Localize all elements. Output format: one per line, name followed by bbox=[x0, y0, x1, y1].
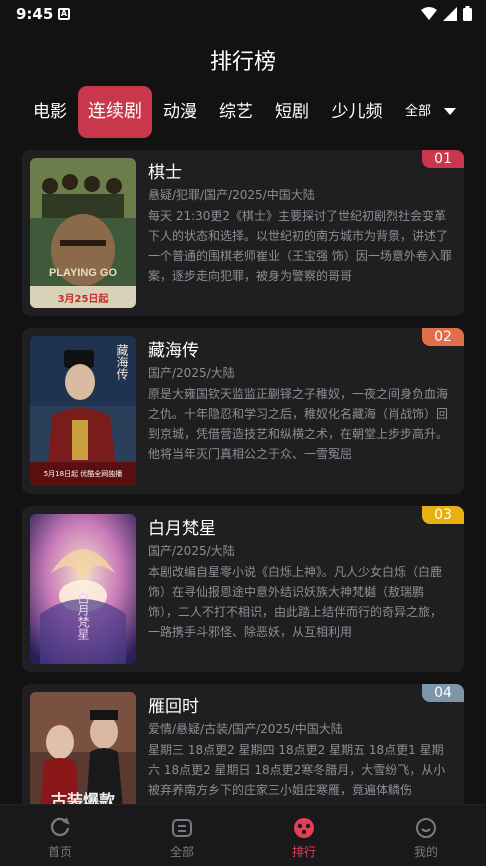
chevron-down-icon[interactable] bbox=[444, 108, 456, 115]
nav-label: 全部 bbox=[169, 845, 194, 859]
ranking-card[interactable]: PLAYING GO 3月25日起 棋士 悬疑/犯罪/国产/2025/中国大陆 … bbox=[22, 150, 464, 316]
status-time: 9:45 bbox=[16, 5, 54, 23]
nav-label: 首页 bbox=[47, 845, 72, 859]
ranking-card[interactable]: 白月梵星 白月梵星 国产/2025/大陆 本剧改编自星零小说《白烁上神》。凡人少… bbox=[22, 506, 464, 672]
battery-icon bbox=[463, 6, 472, 21]
item-title: 棋士 bbox=[148, 163, 182, 183]
tab-short-drama[interactable]: 短剧 bbox=[268, 86, 316, 138]
bottom-nav: 首页 全部 排行 我的 bbox=[0, 804, 486, 866]
item-description: 本剧改编自星零小说《白烁上神》。凡人少女白烁（白鹿饰）在寻仙报恩途中意外结识妖族… bbox=[148, 565, 443, 639]
tab-all-dropdown[interactable]: 全部 bbox=[398, 86, 438, 138]
page-title: 排行榜 bbox=[209, 50, 276, 75]
all-icon bbox=[172, 819, 192, 837]
nav-label: 我的 bbox=[413, 845, 438, 859]
category-tabs: 电影 连续剧 动漫 综艺 短剧 少儿频 全部 bbox=[0, 86, 486, 138]
tab-kids[interactable]: 少儿频 bbox=[326, 86, 388, 138]
profile-icon bbox=[416, 818, 436, 838]
tab-series[interactable]: 连续剧 bbox=[78, 86, 152, 138]
rank-icon bbox=[294, 818, 314, 838]
item-meta: 爱情/悬疑/古装/国产/2025/中国大陆 bbox=[148, 722, 343, 736]
poster-title-text: PLAYING GO bbox=[49, 267, 117, 279]
rank-badge: 02 bbox=[422, 328, 464, 346]
signal-icon bbox=[443, 6, 457, 21]
item-meta: 国产/2025/大陆 bbox=[148, 366, 235, 380]
tab-variety[interactable]: 综艺 bbox=[212, 86, 260, 138]
notification-app-icon: A bbox=[58, 8, 70, 20]
poster-image: 白月梵星 bbox=[30, 514, 136, 664]
poster-title-text: 白月梵星 bbox=[76, 591, 90, 640]
item-description: 每天 21:30更2《棋士》主要探讨了世纪初剧烈社会变革下人的状态和选择。以世纪… bbox=[148, 209, 452, 283]
tab-anime[interactable]: 动漫 bbox=[156, 86, 204, 138]
nav-label: 排行 bbox=[291, 845, 316, 859]
poster-date-text: 5月18日起 优酷全网独播 bbox=[44, 469, 123, 478]
item-meta: 悬疑/犯罪/国产/2025/中国大陆 bbox=[148, 188, 315, 202]
item-meta: 国产/2025/大陆 bbox=[148, 544, 235, 558]
status-bar: 9:45 A bbox=[0, 0, 486, 28]
nav-all[interactable]: 全部 bbox=[132, 805, 232, 866]
ranking-card[interactable]: 藏海传 5月18日起 优酷全网独播 藏海传 国产/2025/大陆 原是大雍国钦天… bbox=[22, 328, 464, 494]
rank-badge: 03 bbox=[422, 506, 464, 524]
item-description: 原是大雍国钦天监监正蒯铎之子稚奴，一夜之间身负血海之仇。十年隐忍和学习之后，稚奴… bbox=[148, 387, 449, 461]
tab-movie[interactable]: 电影 bbox=[26, 86, 74, 138]
rank-badge: 04 bbox=[422, 684, 464, 702]
nav-profile[interactable]: 我的 bbox=[376, 805, 476, 866]
item-title: 雁回时 bbox=[148, 697, 199, 717]
item-title: 白月梵星 bbox=[148, 519, 216, 539]
rank-badge: 01 bbox=[422, 150, 464, 168]
system-icons bbox=[421, 6, 472, 21]
poster-title-text: 藏海传 bbox=[115, 344, 129, 380]
poster-date-text: 3月25日起 bbox=[58, 292, 110, 305]
nav-rank[interactable]: 排行 bbox=[254, 805, 354, 866]
wifi-icon bbox=[421, 6, 437, 20]
home-icon bbox=[50, 817, 70, 837]
poster-image: 藏海传 5月18日起 优酷全网独播 bbox=[30, 336, 136, 486]
poster-image: PLAYING GO 3月25日起 bbox=[30, 158, 136, 308]
nav-home[interactable]: 首页 bbox=[10, 805, 110, 866]
item-title: 藏海传 bbox=[148, 341, 199, 361]
